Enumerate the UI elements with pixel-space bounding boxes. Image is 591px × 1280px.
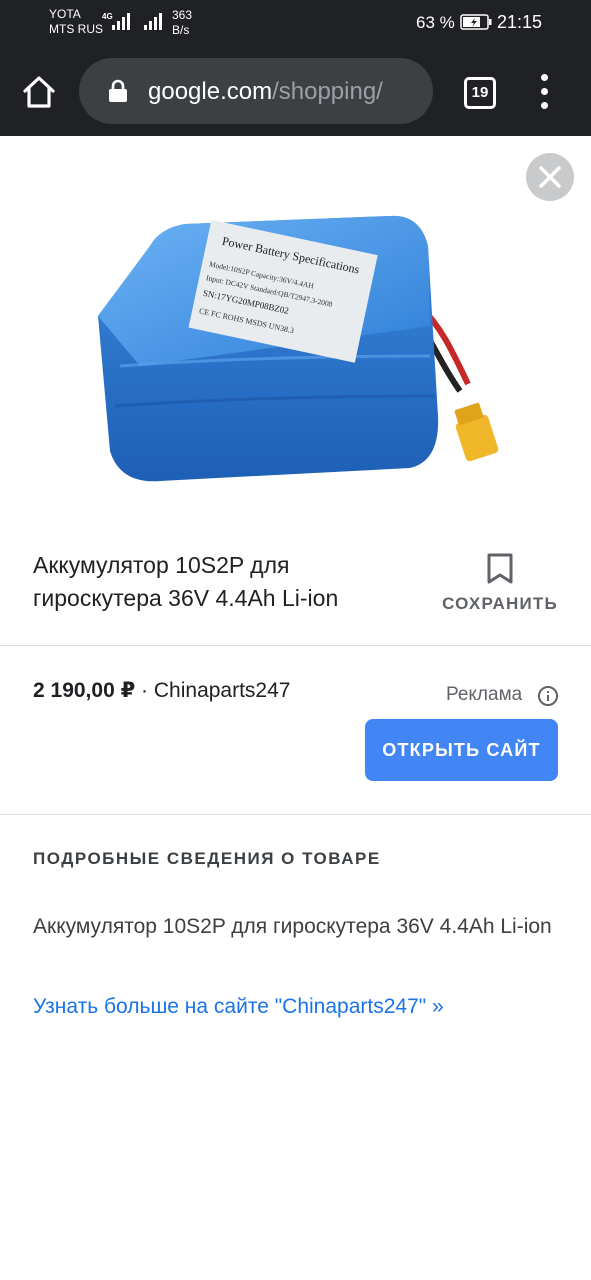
- carrier-info: YOTA MTS RUS: [49, 7, 103, 37]
- network-type: 4G: [102, 12, 113, 21]
- url-domain: google.com: [148, 78, 273, 105]
- product-image[interactable]: Power Battery Specifications Model:10S2P…: [90, 206, 510, 486]
- url-bar[interactable]: google.com/shopping/: [79, 58, 433, 124]
- browser-toolbar: google.com/shopping/ 19: [0, 46, 591, 136]
- tab-switcher-button[interactable]: 19: [464, 77, 496, 109]
- battery-icon: [460, 14, 492, 30]
- battery-percent: 63 %: [416, 13, 455, 32]
- more-menu-icon[interactable]: [533, 74, 557, 110]
- info-icon[interactable]: [538, 686, 558, 706]
- url-path: /shopping/: [272, 78, 383, 105]
- connector-icon: [454, 402, 499, 462]
- lock-icon: [109, 79, 127, 102]
- clock: 21:15: [497, 12, 543, 32]
- learn-more-link[interactable]: Узнать больше на сайте "Chinaparts247" »: [33, 995, 444, 1019]
- details-heading: ПОДРОБНЫЕ СВЕДЕНИЯ О ТОВАРЕ: [33, 849, 381, 868]
- save-button[interactable]: СОХРАНИТЬ: [441, 594, 559, 614]
- carrier-1: YOTA: [49, 7, 81, 21]
- divider: [0, 645, 591, 646]
- price: 2 190,00 ₽: [33, 679, 136, 702]
- product-title: Аккумулятор 10S2P для гироскутера 36V 4.…: [33, 552, 339, 611]
- url-text[interactable]: google.com/shopping/: [148, 78, 383, 106]
- home-icon[interactable]: [20, 73, 58, 111]
- price-line: 2 190,00 ₽ · Chinaparts247: [33, 678, 290, 703]
- separator: ·: [135, 679, 154, 702]
- product-description: Аккумулятор 10S2P для гироскутера 36V 4.…: [33, 915, 552, 938]
- signal-icon: [144, 13, 162, 30]
- bookmark-icon[interactable]: [487, 553, 513, 585]
- network-speed: 363 B/s: [172, 8, 192, 38]
- divider: [0, 814, 591, 815]
- speed-unit: B/s: [172, 23, 190, 37]
- seller-name: Chinaparts247: [153, 679, 291, 702]
- signal-4g-icon: 4G: [102, 12, 130, 30]
- close-button[interactable]: [526, 153, 574, 201]
- close-icon: [539, 166, 561, 188]
- ad-label: Реклама: [446, 684, 523, 705]
- speed-value: 363: [172, 8, 193, 22]
- carrier-2: MTS RUS: [49, 22, 103, 36]
- status-bar: YOTA MTS RUS 4G 363 B/s 63 % 21:15: [0, 0, 591, 46]
- open-site-button[interactable]: ОТКРЫТЬ САЙТ: [365, 719, 558, 781]
